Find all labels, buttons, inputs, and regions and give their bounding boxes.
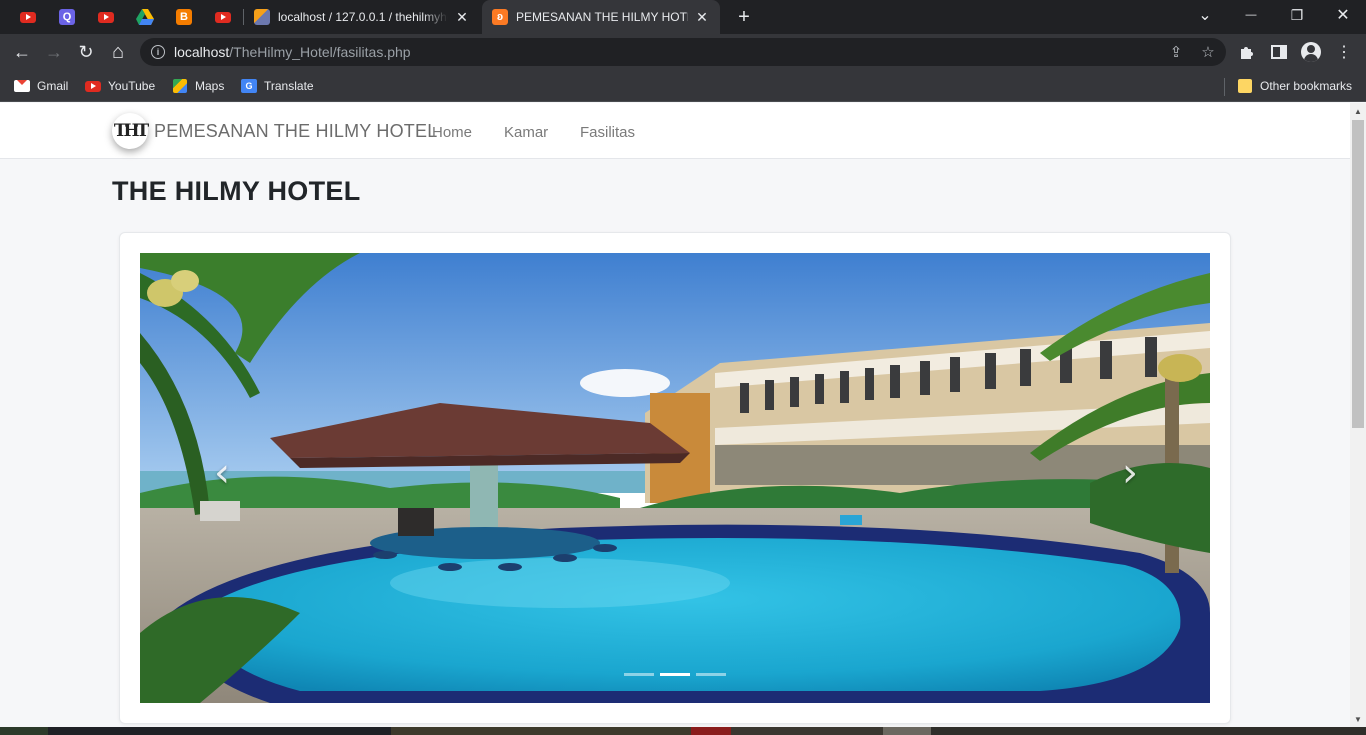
nav-fasilitas[interactable]: Fasilitas — [580, 124, 635, 141]
other-bookmarks-label: Other bookmarks — [1260, 79, 1353, 93]
close-window-button[interactable]: ✕ — [1320, 0, 1366, 30]
browser-toolbar: ← → ↻ ⌂ i localhost/TheHilmy_Hotel/fasil… — [0, 34, 1366, 70]
kebab-menu-icon[interactable]: ⋮ — [1332, 40, 1356, 64]
close-tab-icon[interactable]: ✕ — [454, 9, 470, 26]
side-panel-icon[interactable] — [1267, 40, 1291, 64]
site-brand[interactable]: PEMESANAN THE HILMY HOTEL — [154, 121, 437, 142]
bookmarks-separator — [1224, 78, 1225, 96]
share-icon[interactable]: ⇪ — [1167, 43, 1185, 61]
home-button[interactable]: ⌂ — [104, 38, 132, 66]
url-path: /TheHilmy_Hotel/fasilitas.php — [229, 44, 411, 60]
tab-pemesanan[interactable]: ʚ PEMESANAN THE HILMY HOTEL ✕ — [482, 0, 720, 34]
carousel-indicator[interactable] — [624, 673, 654, 676]
back-button[interactable]: ← — [8, 38, 36, 66]
reload-button[interactable]: ↻ — [72, 38, 100, 66]
bookmark-maps[interactable]: Maps — [172, 76, 224, 96]
translate-icon: G — [241, 78, 257, 94]
address-url[interactable]: localhost/TheHilmy_Hotel/fasilitas.php — [174, 44, 411, 60]
bookmark-label: Gmail — [37, 79, 69, 93]
tab-title: PEMESANAN THE HILMY HOTEL — [516, 10, 688, 24]
carousel-card: ‹ › — [119, 232, 1231, 724]
extensions-puzzle-icon[interactable] — [1235, 40, 1259, 64]
carousel-prev-button[interactable]: ‹ — [202, 448, 242, 498]
page-viewport: THT PEMESANAN THE HILMY HOTEL Home Kamar… — [0, 103, 1350, 727]
maps-icon — [172, 78, 188, 94]
site-navbar: THT PEMESANAN THE HILMY HOTEL Home Kamar… — [0, 103, 1350, 159]
q-app-icon: Q — [59, 9, 75, 25]
scrollbar-thumb[interactable] — [1352, 120, 1364, 428]
carousel-next-button[interactable]: › — [1110, 448, 1150, 498]
pinned-tab-blogger[interactable]: B — [174, 7, 194, 27]
youtube-icon — [85, 78, 101, 94]
image-carousel[interactable]: ‹ › — [140, 253, 1210, 703]
bookmark-star-icon[interactable]: ☆ — [1199, 43, 1217, 61]
page-scrollbar[interactable]: ▲ ▼ — [1350, 103, 1366, 727]
taskbar-segment — [883, 727, 931, 735]
taskbar-segment — [0, 727, 48, 735]
google-drive-icon — [136, 9, 154, 25]
carousel-indicator[interactable] — [696, 673, 726, 676]
pinned-tab-q-app[interactable]: Q — [57, 7, 77, 27]
scroll-down-arrow-icon[interactable]: ▼ — [1350, 711, 1366, 727]
taskbar-segment — [691, 727, 731, 735]
carousel-indicator-active[interactable] — [660, 673, 690, 676]
nav-home[interactable]: Home — [432, 124, 472, 141]
scroll-up-arrow-icon[interactable]: ▲ — [1350, 103, 1366, 119]
phpmyadmin-icon — [254, 9, 270, 25]
nav-kamar[interactable]: Kamar — [504, 124, 548, 141]
profile-avatar-icon[interactable] — [1301, 42, 1321, 62]
browser-tab-strip: Q B localhost / 127.0.0.1 / thehilmyhote… — [0, 0, 1366, 34]
pinned-tab-youtube[interactable] — [213, 7, 233, 27]
minimize-button[interactable]: — — [1228, 0, 1274, 30]
pinned-tab-google-drive[interactable] — [135, 7, 155, 27]
taskbar-segment — [391, 727, 691, 735]
taskbar-segment — [931, 727, 1366, 735]
bookmark-gmail[interactable]: Gmail — [14, 76, 68, 96]
youtube-icon — [215, 11, 231, 23]
forward-button[interactable]: → — [40, 38, 68, 66]
bookmarks-bar: Gmail YouTube Maps G Translate Other boo… — [0, 70, 1366, 102]
url-host: localhost — [174, 44, 230, 60]
tab-title: localhost / 127.0.0.1 / thehilmyhotel — [278, 10, 448, 24]
blogger-icon: B — [176, 9, 192, 25]
bookmark-youtube[interactable]: YouTube — [85, 76, 155, 96]
site-info-icon[interactable]: i — [151, 45, 165, 59]
taskbar-segment — [731, 727, 883, 735]
close-tab-icon[interactable]: ✕ — [694, 9, 710, 26]
new-tab-button[interactable]: + — [732, 5, 756, 29]
youtube-icon — [20, 11, 36, 23]
gmail-icon — [14, 78, 30, 94]
bookmark-label: Maps — [195, 79, 225, 93]
desktop-taskbar-strip — [0, 727, 1366, 735]
tab-search-chevron-icon[interactable]: ⌄ — [1182, 0, 1228, 30]
address-bar[interactable]: i localhost/TheHilmy_Hotel/fasilitas.php… — [140, 38, 1226, 66]
hotel-pool-image — [140, 253, 1210, 703]
tab-phpmyadmin[interactable]: localhost / 127.0.0.1 / thehilmyhotel ✕ — [244, 0, 480, 34]
bookmark-label: YouTube — [108, 79, 156, 93]
other-bookmarks[interactable]: Other bookmarks — [1237, 76, 1352, 96]
xampp-icon: ʚ — [492, 9, 508, 25]
bookmark-translate[interactable]: G Translate — [241, 76, 314, 96]
restore-button[interactable]: ❐ — [1274, 0, 1320, 30]
carousel-indicators — [624, 673, 726, 676]
youtube-icon — [98, 11, 114, 23]
pinned-tab-youtube[interactable] — [18, 7, 38, 27]
pinned-tab-youtube[interactable] — [96, 7, 116, 27]
taskbar-segment — [48, 727, 391, 735]
hotel-logo[interactable]: THT — [112, 113, 149, 149]
bookmark-label: Translate — [264, 79, 314, 93]
folder-icon — [1237, 78, 1253, 94]
page-title: THE HILMY HOTEL — [112, 176, 361, 206]
